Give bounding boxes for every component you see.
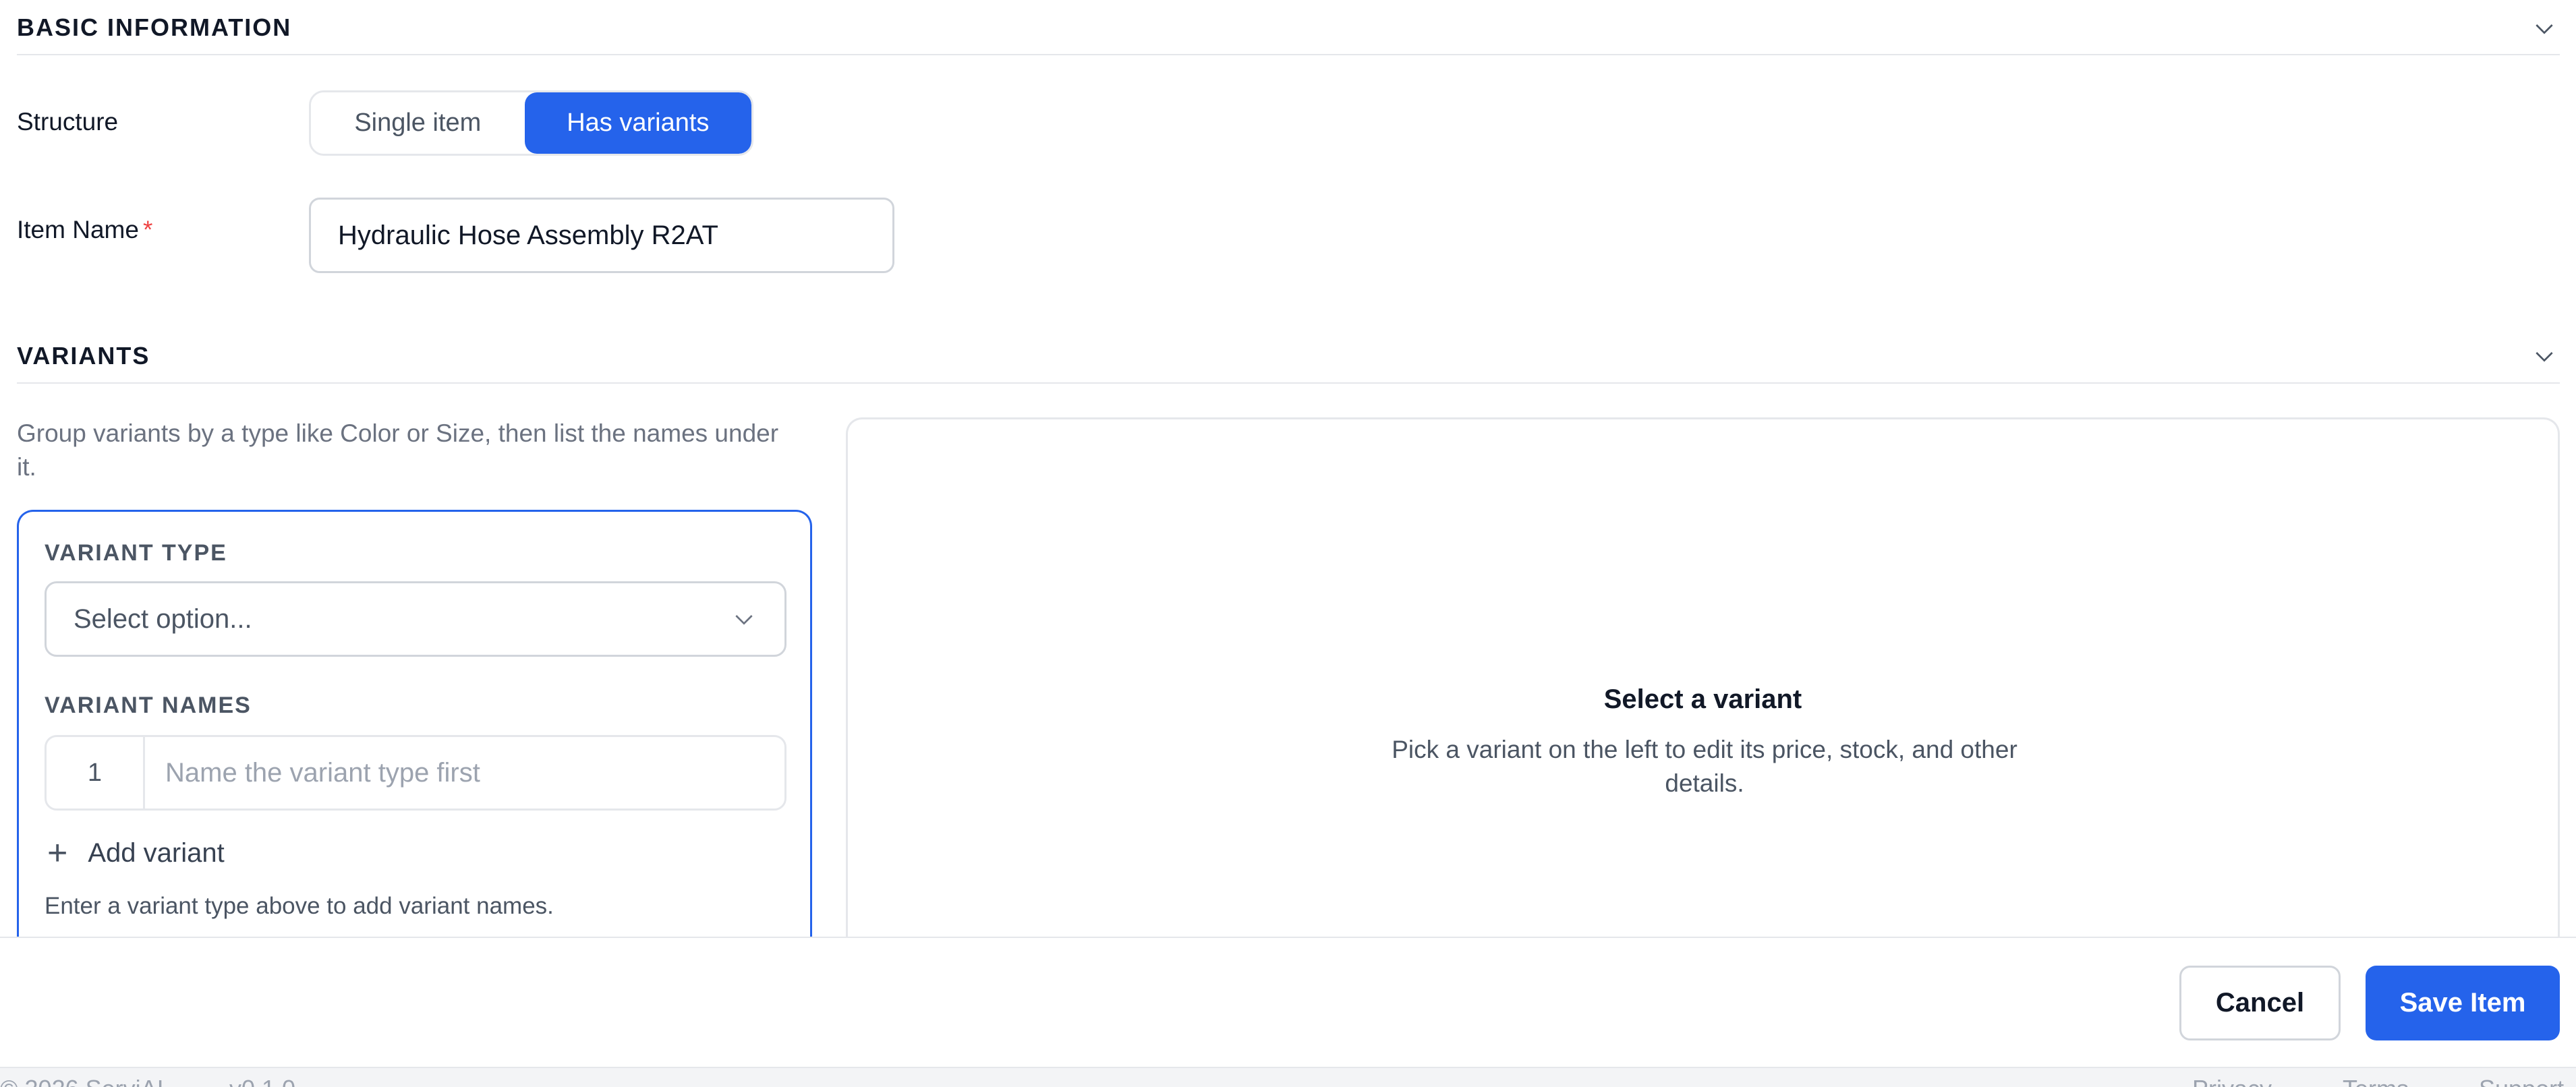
basic-info-title: BASIC INFORMATION [17, 13, 292, 41]
variant-name-row: 1 Name the variant type first [45, 735, 786, 811]
save-item-button[interactable]: Save Item [2366, 966, 2560, 1040]
copyright-text: © 2026 ServiAI [0, 1075, 164, 1087]
empty-state-title: Select a variant [1603, 684, 1802, 714]
variant-row-number: 1 [47, 737, 145, 809]
variant-detail-panel: Select a variant Pick a variant on the l… [846, 417, 2560, 937]
variants-help-text: Group variants by a type like Color or S… [17, 419, 779, 481]
action-bar: Cancel Save Item [0, 937, 2576, 1067]
structure-toggle: Single item Has variants [309, 90, 753, 156]
required-mark: * [142, 216, 153, 243]
plus-icon: + [47, 833, 68, 873]
site-footer: © 2026 ServiAI v0.1.0 Privacy Terms Supp… [0, 1067, 2576, 1087]
privacy-link[interactable]: Privacy [2192, 1075, 2272, 1087]
variant-type-select[interactable]: Select option... [45, 581, 786, 657]
structure-single-item-button[interactable]: Single item [311, 92, 525, 154]
empty-state-description: Pick a variant on the left to edit its p… [1392, 736, 2017, 797]
structure-has-variants-button[interactable]: Has variants [524, 92, 751, 154]
variant-names-label: VARIANT NAMES [45, 693, 252, 718]
terms-link[interactable]: Terms [2343, 1075, 2409, 1087]
variant-editor-card: VARIANT TYPE Select option... VARIANT NA… [17, 510, 812, 937]
version-text: v0.1.0 [229, 1075, 295, 1087]
variant-type-placeholder: Select option... [74, 604, 252, 634]
variants-collapse-chevron-icon[interactable] [2531, 343, 2558, 370]
variant-name-input[interactable]: Name the variant type first [145, 737, 784, 809]
add-variant-button[interactable]: + Add variant [47, 833, 225, 873]
cancel-button[interactable]: Cancel [2179, 966, 2341, 1040]
item-name-label: Item Name * [17, 216, 152, 244]
basic-info-collapse-chevron-icon[interactable] [2531, 15, 2558, 42]
chevron-down-icon [731, 606, 757, 633]
item-name-label-text: Item Name [17, 216, 139, 243]
basic-info-divider [17, 54, 2560, 55]
variants-title: VARIANTS [17, 342, 150, 370]
structure-label: Structure [17, 108, 119, 136]
add-variant-label: Add variant [88, 838, 225, 868]
variants-divider [17, 382, 2560, 384]
variant-type-label: VARIANT TYPE [45, 540, 227, 566]
variant-hint-text: Enter a variant type above to add varian… [45, 893, 554, 919]
item-name-input[interactable]: Hydraulic Hose Assembly R2AT [309, 198, 894, 273]
support-link[interactable]: Support [2479, 1075, 2564, 1087]
